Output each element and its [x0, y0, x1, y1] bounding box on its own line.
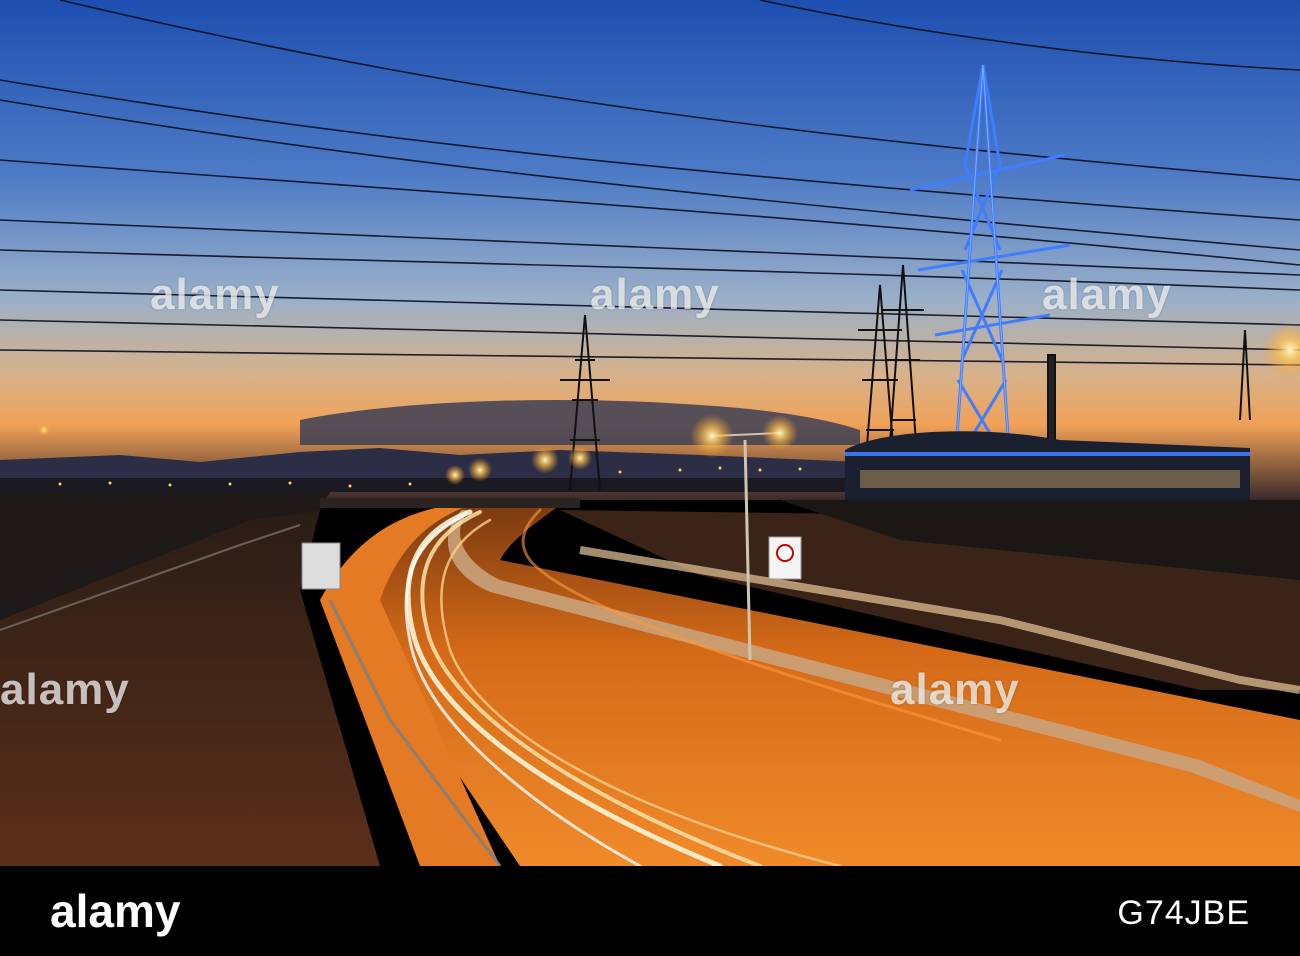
overpass [320, 498, 580, 508]
footer-logo: alamy [50, 885, 181, 937]
footer-bar [0, 866, 1300, 956]
highway-night-photo [0, 0, 1300, 866]
footer-image-id: G74JBE [1117, 894, 1250, 932]
city-lights [0, 478, 860, 492]
sign-board-left [301, 542, 341, 590]
